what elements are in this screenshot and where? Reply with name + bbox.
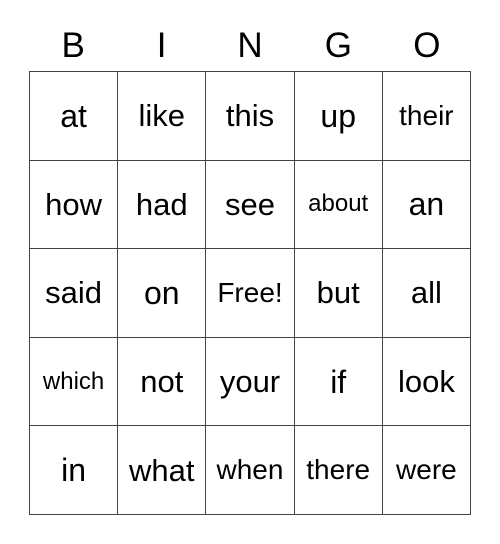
bingo-cell-word: at xyxy=(60,97,87,134)
bingo-cell-r3c2[interactable]: on xyxy=(118,249,207,338)
header-letter-i: I xyxy=(156,26,167,65)
bingo-cell-word: all xyxy=(410,275,442,311)
bingo-cell-word: were xyxy=(396,454,457,486)
bingo-cell-r1c5[interactable]: their xyxy=(382,72,471,161)
bingo-cell-word: like xyxy=(138,98,186,134)
bingo-cell-r4c2[interactable]: not xyxy=(118,337,207,427)
bingo-cell-word: but xyxy=(316,275,360,311)
bingo-cell-r4c3[interactable]: your xyxy=(206,337,295,427)
bingo-cell-r3c4[interactable]: but xyxy=(294,249,383,338)
bingo-cell-r5c5[interactable]: were xyxy=(382,426,471,515)
bingo-cell-r4c1[interactable]: which xyxy=(30,337,119,427)
bingo-cell-word: this xyxy=(225,98,275,134)
bingo-cell-r1c3[interactable]: this xyxy=(206,72,295,161)
bingo-cell-word: if xyxy=(330,363,347,400)
bingo-cell-r4c5[interactable]: look xyxy=(382,337,471,427)
header-letter-n: N xyxy=(237,26,263,65)
bingo-cell-word: there xyxy=(306,454,371,486)
bingo-cell-word: had xyxy=(135,186,188,222)
bingo-cell-r2c4[interactable]: about xyxy=(294,160,383,250)
bingo-grid: at like this up their how had see about … xyxy=(29,71,471,515)
bingo-cell-r1c4[interactable]: up xyxy=(294,72,383,161)
bingo-cell-r3c1[interactable]: said xyxy=(30,249,119,338)
bingo-cell-r2c2[interactable]: had xyxy=(118,160,207,250)
bingo-cell-r1c2[interactable]: like xyxy=(118,72,207,161)
bingo-cell-word: their xyxy=(399,99,454,131)
bingo-cell-word: your xyxy=(219,364,281,400)
bingo-cell-r5c4[interactable]: there xyxy=(294,426,383,515)
bingo-cell-r5c2[interactable]: what xyxy=(118,426,207,515)
header-letter-g: G xyxy=(324,26,353,65)
bingo-cell-word: look xyxy=(397,364,455,400)
bingo-cell-r2c5[interactable]: an xyxy=(382,160,471,250)
bingo-cell-word: said xyxy=(45,275,103,311)
free-space-label: Free! xyxy=(217,276,283,308)
header-letter-b: B xyxy=(61,26,85,65)
bingo-cell-r1c1[interactable]: at xyxy=(30,72,119,161)
bingo-cell-word: when xyxy=(216,454,284,486)
bingo-cell-free-space[interactable]: Free! xyxy=(206,249,295,338)
bingo-cell-word: not xyxy=(140,364,184,400)
bingo-cell-word: which xyxy=(42,367,105,395)
bingo-header-row: B I N G O xyxy=(29,20,471,71)
bingo-cell-word: on xyxy=(143,274,180,311)
bingo-cell-word: about xyxy=(308,190,369,218)
bingo-cell-r2c3[interactable]: see xyxy=(206,160,295,250)
bingo-cell-word: up xyxy=(320,97,356,134)
bingo-cell-word: see xyxy=(225,186,275,222)
bingo-cell-r2c1[interactable]: how xyxy=(30,160,119,250)
bingo-cell-word: what xyxy=(129,452,195,488)
bingo-cell-r5c1[interactable]: in xyxy=(30,426,119,515)
bingo-cell-r5c3[interactable]: when xyxy=(206,426,295,515)
bingo-cell-r4c4[interactable]: if xyxy=(294,337,383,427)
header-letter-o: O xyxy=(413,26,441,65)
bingo-cell-r3c5[interactable]: all xyxy=(382,249,471,338)
bingo-cell-word: in xyxy=(61,452,87,489)
bingo-cell-word: how xyxy=(45,186,103,222)
bingo-cell-word: an xyxy=(408,186,445,223)
bingo-card: B I N G O at like this up their how had … xyxy=(0,0,500,544)
